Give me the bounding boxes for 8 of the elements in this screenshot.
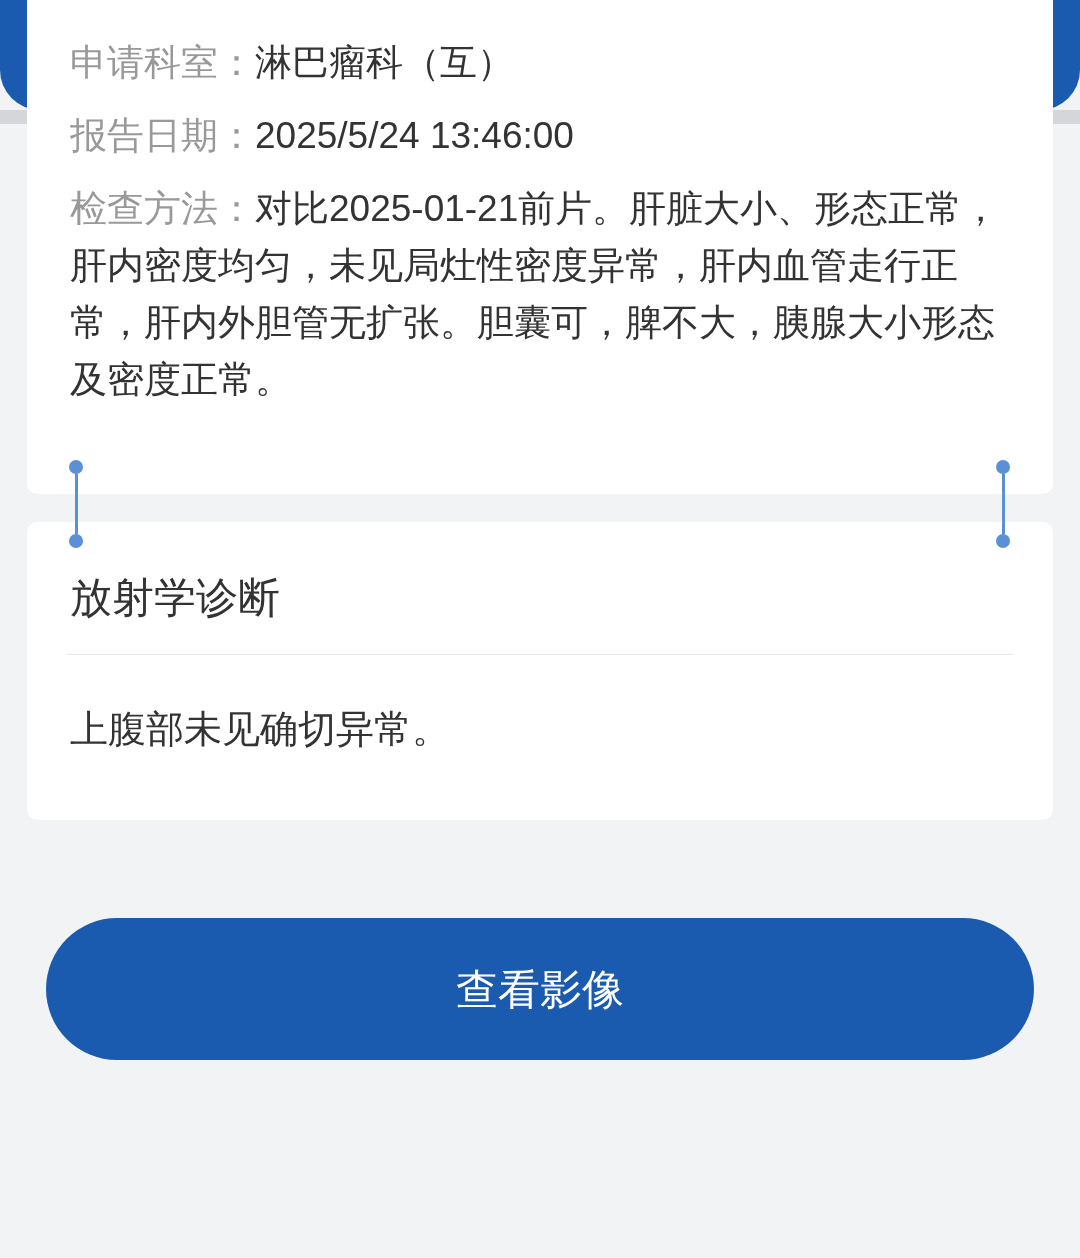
report-field: 申请科室：淋巴瘤科（互） xyxy=(70,34,1010,91)
report-field: 报告日期：2025/5/24 13:46:00 xyxy=(70,107,1010,164)
diagnosis-text: 上腹部未见确切异常。 xyxy=(70,708,450,750)
selection-handle[interactable] xyxy=(996,460,1010,548)
view-images-button[interactable]: 查看影像 xyxy=(46,918,1034,1060)
report-field: 检查方法：对比2025-01-21前片。肝脏大小、形态正常，肝内密度均匀，未见局灶性密度异常，肝内血管走行正常，肝内外胆管无扩张。胆囊可，脾不大，胰腺大小形态及密度正常。 xyxy=(70,180,1010,408)
section-title: 放射学诊断 xyxy=(70,574,280,621)
selection-handle[interactable] xyxy=(69,460,83,548)
